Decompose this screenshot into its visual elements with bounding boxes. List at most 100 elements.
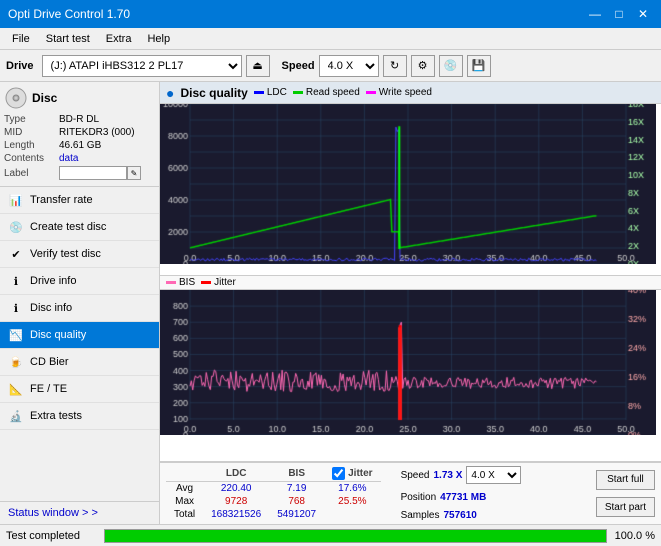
- sidebar-item-label: Extra tests: [30, 410, 82, 422]
- sidebar-item-disc-info[interactable]: ℹ Disc info: [0, 295, 159, 322]
- chart-title: Disc quality: [180, 86, 247, 100]
- upper-chart: [160, 104, 656, 264]
- avg-jitter: 17.6%: [324, 482, 380, 496]
- lower-chart-container: [160, 290, 661, 462]
- sidebar-item-disc-quality[interactable]: 📉 Disc quality: [0, 322, 159, 349]
- sidebar-item-fe-te[interactable]: 📐 FE / TE: [0, 376, 159, 403]
- legend-jitter-label: Jitter: [214, 277, 236, 288]
- total-ldc: 168321526: [203, 508, 269, 521]
- config-button[interactable]: ⚙: [411, 55, 435, 77]
- lower-chart-header: BIS Jitter: [160, 276, 661, 290]
- sidebar-item-drive-info[interactable]: ℹ Drive info: [0, 268, 159, 295]
- position-value: 47731 MB: [440, 492, 486, 503]
- charts-area: BIS Jitter: [160, 104, 661, 462]
- stats-speed-select[interactable]: 4.0 X 2.0 X 8.0 X: [466, 466, 521, 484]
- legend-bis-label: BIS: [179, 277, 195, 288]
- type-value: BD-R DL: [59, 114, 99, 125]
- mid-label: MID: [4, 127, 59, 138]
- close-button[interactable]: ✕: [633, 5, 653, 23]
- stats-row-avg: Avg 220.40 7.19 17.6%: [166, 482, 381, 496]
- jitter-checkbox[interactable]: [332, 467, 345, 480]
- extra-tests-icon: 🔬: [8, 408, 24, 424]
- speed-info-row: Speed 1.73 X 4.0 X 2.0 X 8.0 X: [401, 466, 522, 484]
- menu-file[interactable]: File: [4, 31, 38, 47]
- disc-info-icon: ℹ: [8, 300, 24, 316]
- drive-info-icon: ℹ: [8, 273, 24, 289]
- sidebar-item-label: Create test disc: [30, 221, 106, 233]
- minimize-button[interactable]: —: [585, 5, 605, 23]
- bottom-bar: Test completed 100.0 %: [0, 524, 661, 546]
- progress-fill: [105, 530, 606, 542]
- status-window-button[interactable]: Status window > >: [0, 501, 159, 524]
- jitter-label: Jitter: [348, 468, 372, 479]
- start-part-button[interactable]: Start part: [596, 497, 655, 517]
- position-label: Position: [401, 492, 437, 503]
- sidebar-item-verify-test-disc[interactable]: ✔ Verify test disc: [0, 241, 159, 268]
- legend-write-speed: Write speed: [366, 87, 432, 98]
- speed-select[interactable]: 4.0 X 1.0 X 2.0 X 6.0 X 8.0 X: [319, 55, 379, 77]
- sidebar-item-label: Verify test disc: [30, 248, 101, 260]
- menu-extra[interactable]: Extra: [98, 31, 140, 47]
- maximize-button[interactable]: □: [609, 5, 629, 23]
- sidebar-item-cd-bier[interactable]: 🍺 CD Bier: [0, 349, 159, 376]
- stats-speed-area: Speed 1.73 X 4.0 X 2.0 X 8.0 X Position …: [401, 466, 522, 521]
- speed-label-static: Speed: [401, 470, 430, 481]
- legend-write-label: Write speed: [379, 87, 432, 98]
- title-bar: Opti Drive Control 1.70 — □ ✕: [0, 0, 661, 28]
- contents-value: data: [59, 153, 78, 164]
- disc-quality-icon: 📉: [8, 327, 24, 343]
- label-edit-button[interactable]: ✎: [127, 166, 141, 180]
- type-label: Type: [4, 114, 59, 125]
- verify-test-icon: ✔: [8, 246, 24, 262]
- sidebar-item-label: Disc info: [30, 302, 72, 314]
- speed-current-value: 1.73 X: [434, 470, 463, 481]
- length-label: Length: [4, 140, 59, 151]
- samples-row: Samples 757610: [401, 510, 522, 521]
- samples-value: 757610: [443, 510, 476, 521]
- total-bis: 5491207: [269, 508, 324, 521]
- label-label: Label: [4, 168, 59, 179]
- menu-start-test[interactable]: Start test: [38, 31, 98, 47]
- drive-select[interactable]: (J:) ATAPI iHBS312 2 PL17: [42, 55, 242, 77]
- menu-help[interactable]: Help: [139, 31, 178, 47]
- position-row: Position 47731 MB: [401, 492, 522, 503]
- col-header-jitter-check: Jitter: [324, 466, 380, 482]
- row-label-avg: Avg: [166, 482, 203, 496]
- sidebar-item-create-test-disc[interactable]: 💿 Create test disc: [0, 214, 159, 241]
- col-header-empty: [166, 466, 203, 482]
- legend-read-speed: Read speed: [293, 87, 360, 98]
- mid-value: RITEKDR3 (000): [59, 127, 135, 138]
- row-label-max: Max: [166, 495, 203, 508]
- sidebar: Disc Type BD-R DL MID RITEKDR3 (000) Len…: [0, 82, 160, 524]
- eject-button[interactable]: ⏏: [246, 55, 270, 77]
- disc-section-label: Disc: [32, 91, 57, 105]
- menu-bar: File Start test Extra Help: [0, 28, 661, 50]
- total-jitter: [324, 508, 380, 521]
- max-bis: 768: [269, 495, 324, 508]
- max-ldc: 9728: [203, 495, 269, 508]
- progress-bar: [104, 529, 607, 543]
- sidebar-item-label: FE / TE: [30, 383, 67, 395]
- app-title: Opti Drive Control 1.70: [8, 7, 130, 21]
- disc-icon: [4, 86, 28, 110]
- start-full-button[interactable]: Start full: [596, 470, 655, 490]
- refresh-button[interactable]: ↻: [383, 55, 407, 77]
- drive-label: Drive: [6, 60, 34, 72]
- length-value: 46.61 GB: [59, 140, 101, 151]
- progress-text: 100.0 %: [615, 530, 655, 542]
- toolbar: Drive (J:) ATAPI iHBS312 2 PL17 ⏏ Speed …: [0, 50, 661, 82]
- fe-te-icon: 📐: [8, 381, 24, 397]
- speed-label: Speed: [282, 60, 315, 72]
- label-input[interactable]: [59, 166, 127, 180]
- nav-items: 📊 Transfer rate 💿 Create test disc ✔ Ver…: [0, 187, 159, 501]
- upper-chart-container: [160, 104, 661, 276]
- save-button[interactable]: 💾: [467, 55, 491, 77]
- disc-info-panel: Disc Type BD-R DL MID RITEKDR3 (000) Len…: [0, 82, 159, 187]
- media-button[interactable]: 💿: [439, 55, 463, 77]
- stats-area: LDC BIS Jitter Avg 220.40: [160, 462, 661, 524]
- sidebar-item-transfer-rate[interactable]: 📊 Transfer rate: [0, 187, 159, 214]
- sidebar-item-extra-tests[interactable]: 🔬 Extra tests: [0, 403, 159, 430]
- avg-bis: 7.19: [269, 482, 324, 496]
- status-text: Test completed: [6, 530, 96, 542]
- legend-read-label: Read speed: [306, 87, 360, 98]
